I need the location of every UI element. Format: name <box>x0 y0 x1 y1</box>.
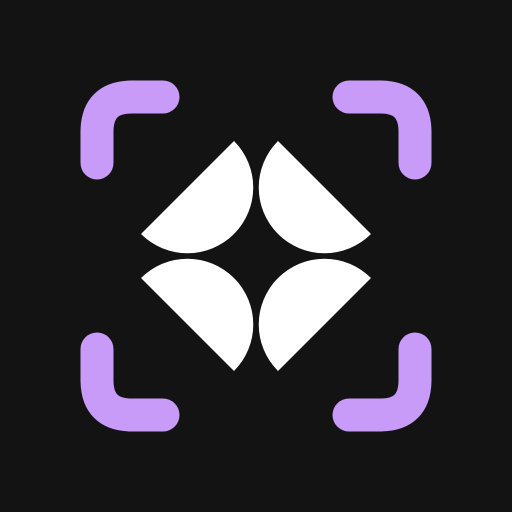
scan-sparkle-icon <box>0 0 512 512</box>
app-icon <box>0 0 512 512</box>
icon-background <box>0 0 512 512</box>
